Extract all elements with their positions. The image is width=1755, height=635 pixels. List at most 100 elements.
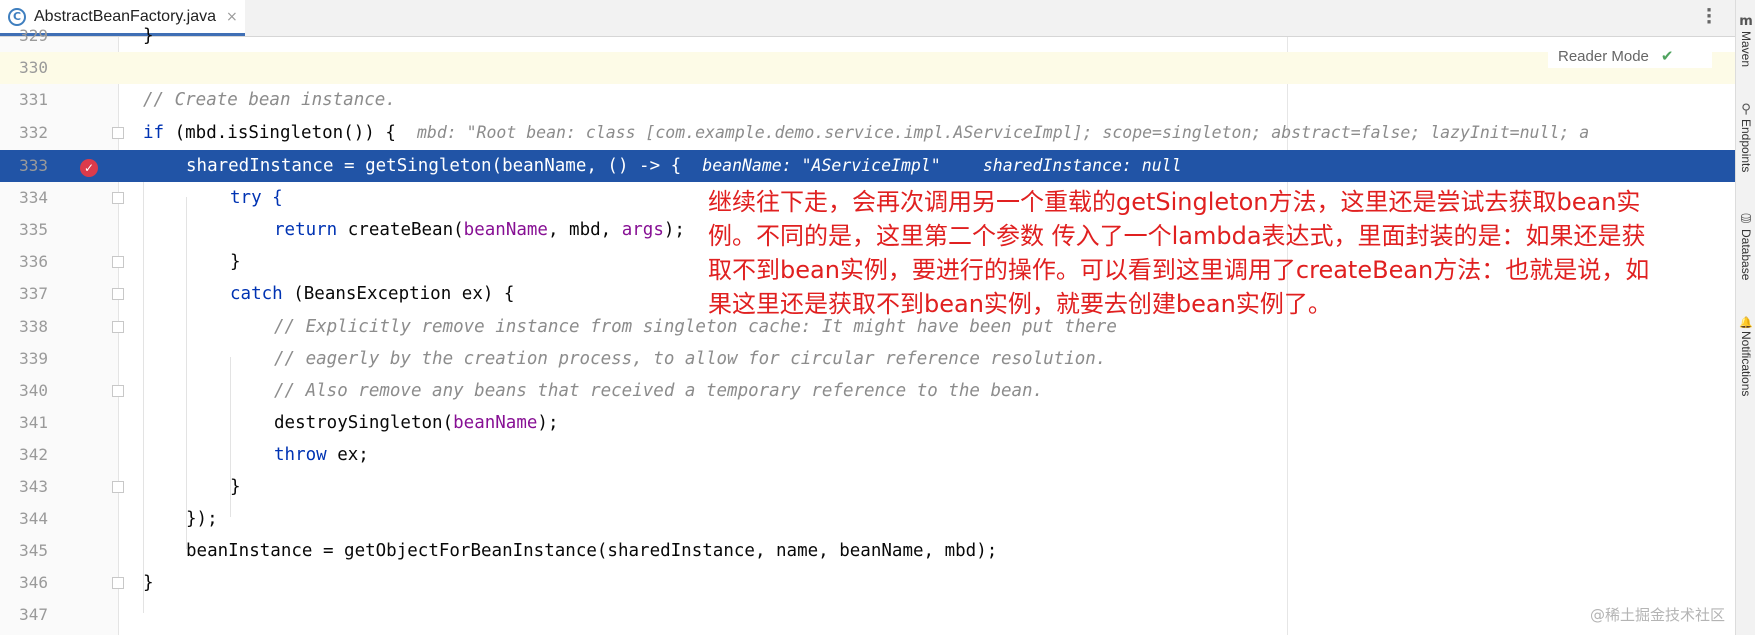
- line-number: 331: [19, 90, 48, 109]
- notifications-label: Notifications: [1739, 331, 1753, 397]
- line-number: 341: [19, 413, 48, 432]
- database-label: Database: [1739, 229, 1753, 281]
- if-keyword: if: [143, 123, 165, 143]
- code-text: beanInstance = getObjectForBeanInstance(…: [186, 541, 998, 561]
- annotation-line: 果这里还是获取不到bean实例，就要去创建bean实例了。: [708, 290, 1332, 318]
- fold-marker-icon[interactable]: [112, 256, 124, 268]
- fold-marker-icon[interactable]: [112, 127, 124, 139]
- code-text: throw ex;: [274, 439, 369, 471]
- return-keyword: return: [274, 220, 348, 240]
- code-line-execution-point[interactable]: 333 ✓ sharedInstance = getSingleton(bean…: [0, 150, 1735, 182]
- code-comment: // Create bean instance.: [143, 90, 396, 110]
- param-bean-name: beanName: [463, 220, 548, 240]
- fold-marker-icon[interactable]: [112, 192, 124, 204]
- if-condition: (mbd.isSingleton()) {: [164, 123, 396, 143]
- annotation-text: 继续往下走，会再次调用另一个重载的getSingleton方法，这里还是尝试去获…: [708, 185, 1728, 321]
- code-comment: // eagerly by the creation process, to a…: [274, 349, 1107, 369]
- fold-marker-icon[interactable]: [112, 385, 124, 397]
- code-fragment: ex;: [337, 445, 369, 465]
- param-args: args: [621, 220, 664, 240]
- code-fragment: );: [663, 220, 685, 240]
- database-tool-button[interactable]: ⛁ Database: [1736, 212, 1755, 280]
- code-fragment: (BeansException ex) {: [293, 284, 515, 304]
- line-number: 342: [19, 445, 48, 464]
- endpoints-icon: ⚲: [1741, 102, 1751, 117]
- method-call: destroySingleton(: [274, 413, 454, 433]
- catch-keyword: catch: [230, 284, 294, 304]
- inspection-ok-icon[interactable]: ✔: [1661, 47, 1674, 65]
- line-number: 337: [19, 284, 48, 303]
- line-number: 329: [19, 26, 48, 45]
- line-number: 333: [19, 156, 48, 175]
- annotation-line: 继续往下走，会再次调用另一个重载的getSingleton方法，这里还是尝试去获…: [708, 188, 1641, 216]
- code-text: }: [230, 252, 241, 272]
- code-fragment: , mbd,: [547, 220, 622, 240]
- line-number: 339: [19, 349, 48, 368]
- code-text: catch (BeansException ex) {: [230, 278, 514, 310]
- fold-marker-icon[interactable]: [112, 481, 124, 493]
- fold-marker-icon[interactable]: [112, 321, 124, 333]
- endpoints-tool-button[interactable]: ⚲ Endpoints: [1736, 102, 1755, 172]
- line-number: 336: [19, 252, 48, 271]
- line-number: 340: [19, 381, 48, 400]
- watermark: @稀土掘金技术社区: [1590, 606, 1726, 624]
- line-number: 338: [19, 317, 48, 336]
- line-number: 344: [19, 509, 48, 528]
- param-bean-name: beanName: [453, 413, 538, 433]
- code-text: try {: [230, 188, 283, 208]
- right-tool-strip: m Maven ⚲ Endpoints ⛁ Database 🔔 Notific…: [1735, 0, 1755, 635]
- code-text: sharedInstance = getSingleton(beanName, …: [186, 150, 1182, 182]
- maven-label: Maven: [1739, 31, 1753, 68]
- line-number: 334: [19, 188, 48, 207]
- code-text: });: [186, 509, 218, 529]
- line-number: 343: [19, 477, 48, 496]
- code-line[interactable]: 343 }: [0, 471, 1735, 503]
- notifications-tool-button[interactable]: 🔔 Notifications: [1736, 316, 1755, 396]
- code-line[interactable]: 339 // eagerly by the creation process, …: [0, 343, 1735, 375]
- fold-marker-icon[interactable]: [112, 288, 124, 300]
- code-comment: // Also remove any beans that received a…: [274, 381, 1044, 401]
- endpoints-label: Endpoints: [1739, 119, 1753, 173]
- code-text: if (mbd.isSingleton()) { mbd: "Root bean…: [143, 117, 1589, 149]
- throw-keyword: throw: [274, 445, 338, 465]
- line-number: 332: [19, 123, 48, 142]
- code-line[interactable]: 329 }: [0, 20, 1735, 52]
- code-line[interactable]: 331 // Create bean instance.: [0, 84, 1735, 116]
- method-call: createBean(: [347, 220, 464, 240]
- debug-inline-value: mbd: "Root bean: class [com.example.demo…: [416, 123, 1590, 142]
- debug-inline-value: sharedInstance: null: [982, 156, 1182, 175]
- maven-tool-button[interactable]: m Maven: [1736, 14, 1755, 67]
- line-number: 347: [19, 605, 48, 624]
- reader-mode-button[interactable]: Reader Mode: [1558, 48, 1649, 65]
- line-number: 335: [19, 220, 48, 239]
- code-text: }: [230, 477, 241, 497]
- reader-mode-widget[interactable]: Reader Mode ✔: [1548, 44, 1712, 68]
- line-number: 346: [19, 573, 48, 592]
- code-fragment: );: [537, 413, 559, 433]
- code-line[interactable]: 345 beanInstance = getObjectForBeanInsta…: [0, 535, 1735, 567]
- code-line[interactable]: 340 // Also remove any beans that receiv…: [0, 375, 1735, 407]
- annotation-line: 例。不同的是，这里第二个参数 传入了一个lambda表达式，里面封装的是：如果还…: [708, 222, 1646, 250]
- code-text: }: [143, 26, 154, 46]
- code-line[interactable]: 346 }: [0, 567, 1735, 599]
- code-line[interactable]: 342 throw ex;: [0, 439, 1735, 471]
- code-text: destroySingleton(beanName);: [274, 407, 559, 439]
- breakpoint-icon[interactable]: ✓: [80, 159, 98, 177]
- code-line[interactable]: 332 if (mbd.isSingleton()) { mbd: "Root …: [0, 117, 1735, 149]
- notifications-icon: 🔔: [1739, 316, 1753, 329]
- maven-icon: m: [1739, 14, 1753, 29]
- code-line[interactable]: 347: [0, 599, 1735, 631]
- line-number: 345: [19, 541, 48, 560]
- debug-inline-value: beanName: "AServiceImpl": [702, 156, 941, 175]
- code-line-current[interactable]: 330: [0, 52, 1735, 84]
- line-number: 330: [19, 58, 48, 77]
- code-line[interactable]: 341 destroySingleton(beanName);: [0, 407, 1735, 439]
- annotation-line: 取不到bean实例，要进行的操作。可以看到这里调用了createBean方法：也…: [708, 256, 1650, 284]
- code-line[interactable]: 344 });: [0, 503, 1735, 535]
- code-text: return createBean(beanName, mbd, args);: [274, 214, 685, 246]
- database-icon: ⛁: [1740, 212, 1752, 227]
- fold-marker-icon[interactable]: [112, 577, 124, 589]
- code-editor[interactable]: 329 } 330 331 // Create bean instance. 3…: [0, 26, 1735, 635]
- code-statement: sharedInstance = getSingleton(beanName, …: [186, 156, 682, 176]
- code-text: }: [143, 573, 154, 593]
